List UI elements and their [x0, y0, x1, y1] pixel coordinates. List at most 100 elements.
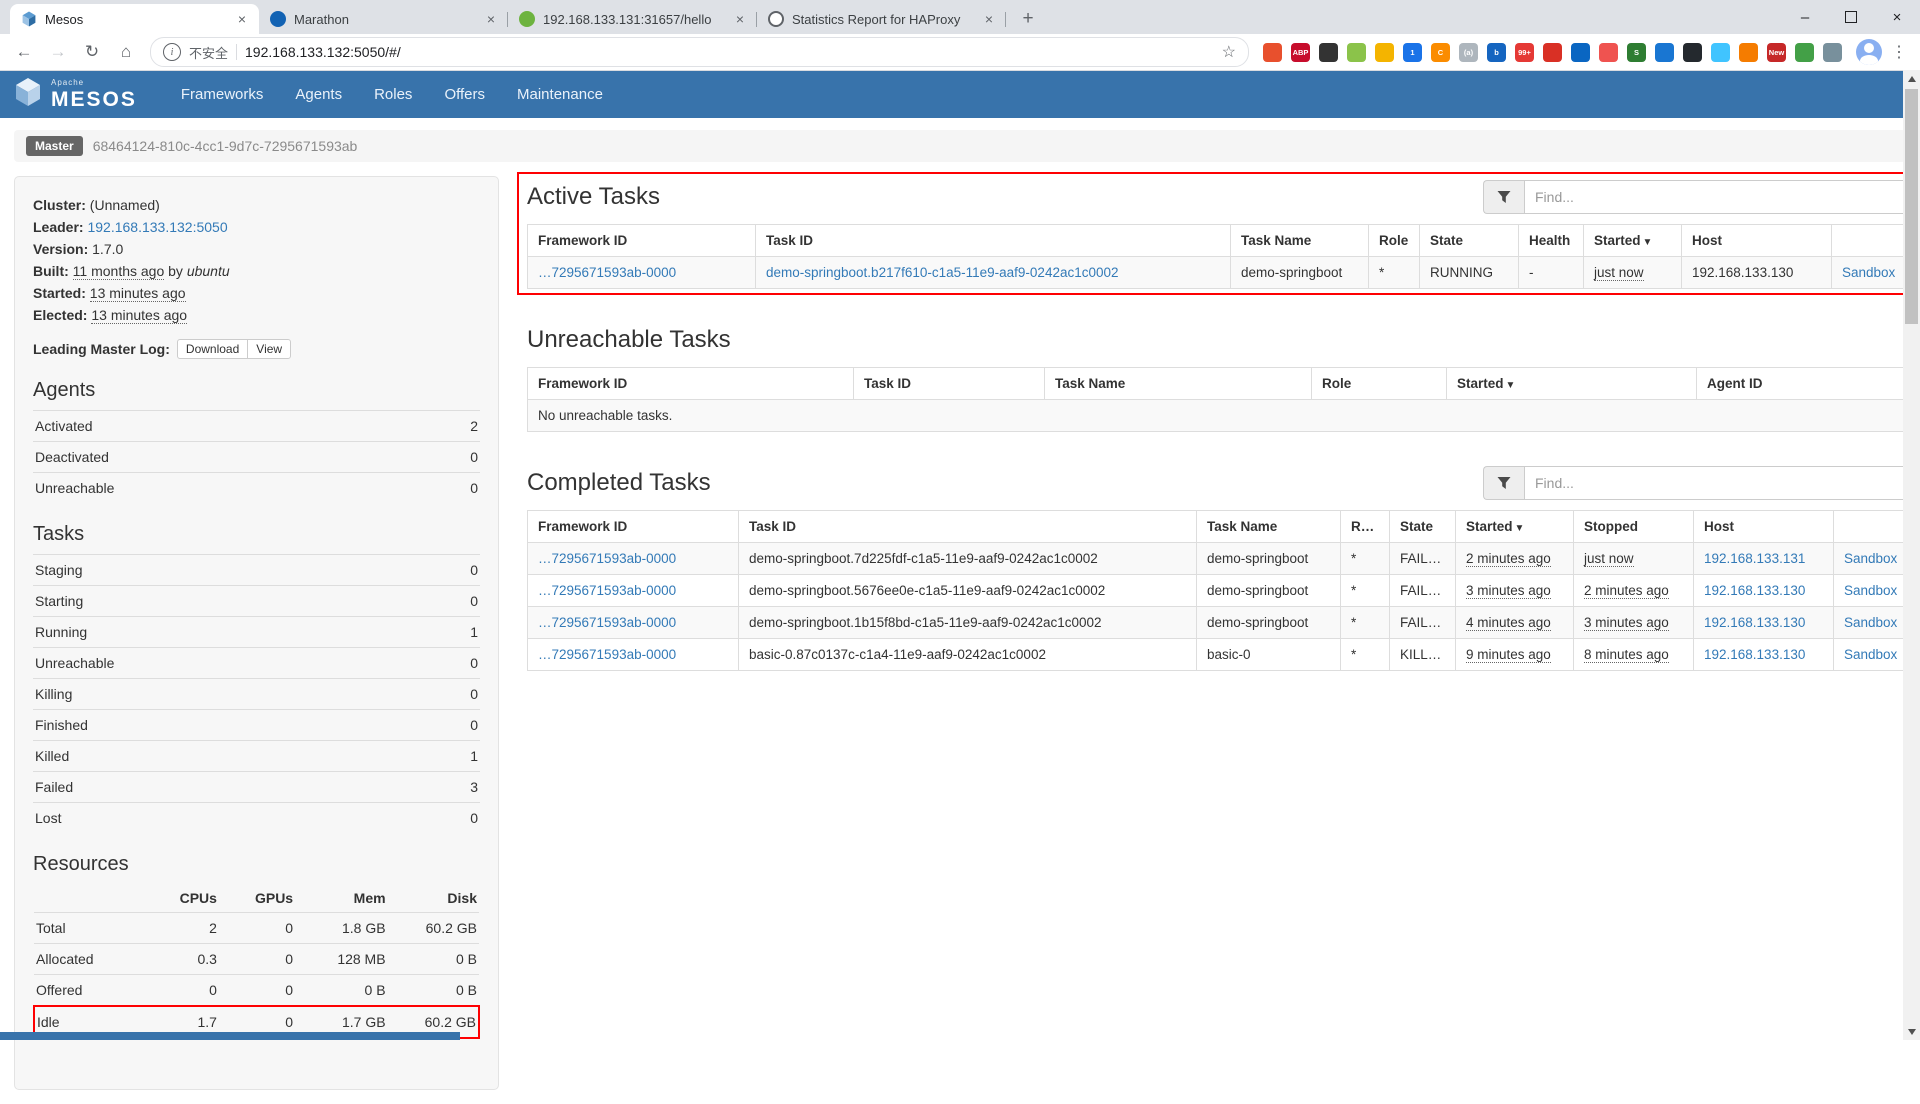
extension-icon-21[interactable]: [1823, 43, 1842, 62]
window-minimize-button[interactable]: –: [1782, 0, 1828, 34]
tab-close-icon[interactable]: ×: [731, 10, 749, 28]
host-link[interactable]: 192.168.133.130: [1704, 615, 1805, 630]
extension-icon-16[interactable]: [1683, 43, 1702, 62]
col-state[interactable]: State: [1390, 511, 1456, 543]
col-host[interactable]: Host: [1682, 225, 1832, 257]
download-log-button[interactable]: Download: [177, 339, 248, 359]
scrollbar-down-arrow[interactable]: [1903, 1023, 1920, 1040]
col-health[interactable]: Health: [1519, 225, 1584, 257]
active-tasks-find-input[interactable]: [1524, 180, 1920, 214]
completed-tasks-find-input[interactable]: [1524, 466, 1920, 500]
tab-close-icon[interactable]: ×: [482, 10, 500, 28]
sandbox-link[interactable]: Sandbox: [1844, 647, 1897, 662]
extension-icon-15[interactable]: [1655, 43, 1674, 62]
task-id-link[interactable]: demo-springboot.b217f610-c1a5-11e9-aaf9-…: [766, 265, 1119, 280]
sandbox-link[interactable]: Sandbox: [1842, 265, 1895, 280]
nav-roles[interactable]: Roles: [358, 70, 428, 118]
extension-icon-10[interactable]: 99+: [1515, 43, 1534, 62]
extension-icon-19[interactable]: New: [1767, 43, 1786, 62]
scrollbar-thumb[interactable]: [1905, 89, 1918, 324]
tab-marathon[interactable]: Marathon ×: [259, 4, 508, 34]
extension-icon-14[interactable]: S: [1627, 43, 1646, 62]
tab-mesos[interactable]: Mesos ×: [10, 4, 259, 34]
window-close-button[interactable]: ×: [1874, 0, 1920, 34]
col-framework-id[interactable]: Framework ID: [528, 368, 854, 400]
mesos-logo[interactable]: Apache MESOS: [14, 77, 137, 112]
sandbox-link[interactable]: Sandbox: [1844, 615, 1897, 630]
nav-offers[interactable]: Offers: [428, 70, 501, 118]
scrollbar-up-arrow[interactable]: [1903, 70, 1920, 87]
extension-icon-17[interactable]: [1711, 43, 1730, 62]
tab-hello[interactable]: 192.168.133.131:31657/hello ×: [508, 4, 757, 34]
stat-label: Killing: [33, 679, 425, 710]
col-task-name[interactable]: Task Name: [1231, 225, 1369, 257]
leader-link[interactable]: 192.168.133.132:5050: [87, 219, 227, 235]
refresh-icon[interactable]: ↻: [76, 36, 108, 68]
col-task-id[interactable]: Task ID: [739, 511, 1197, 543]
framework-id-link[interactable]: …7295671593ab-0000: [538, 583, 676, 598]
col-framework-id[interactable]: Framework ID: [528, 225, 756, 257]
extension-icon-13[interactable]: [1599, 43, 1618, 62]
started-cell: 3 minutes ago: [1466, 583, 1551, 599]
col-task-id[interactable]: Task ID: [854, 368, 1045, 400]
extension-icon-11[interactable]: [1543, 43, 1562, 62]
page-scrollbar[interactable]: [1903, 70, 1920, 1040]
col-role[interactable]: Role: [1369, 225, 1420, 257]
col-task-id[interactable]: Task ID: [756, 225, 1231, 257]
col-started[interactable]: Started▼: [1584, 225, 1682, 257]
host-link[interactable]: 192.168.133.131: [1704, 551, 1805, 566]
extension-icon-18[interactable]: [1739, 43, 1758, 62]
framework-id-link[interactable]: …7295671593ab-0000: [538, 647, 676, 662]
extension-icon-07[interactable]: C: [1431, 43, 1450, 62]
extension-icon-03[interactable]: [1319, 43, 1338, 62]
framework-id-link[interactable]: …7295671593ab-0000: [538, 265, 676, 280]
extension-icon-05[interactable]: [1375, 43, 1394, 62]
extension-icon-02[interactable]: ABP: [1291, 43, 1310, 62]
col-host[interactable]: Host: [1694, 511, 1834, 543]
nav-frameworks[interactable]: Frameworks: [165, 70, 280, 118]
bookmark-star-icon[interactable]: ☆: [1222, 42, 1236, 62]
sandbox-link[interactable]: Sandbox: [1844, 583, 1897, 598]
info-icon[interactable]: i: [163, 43, 181, 61]
col-role[interactable]: Role: [1341, 511, 1390, 543]
extension-icon-04[interactable]: [1347, 43, 1366, 62]
col-started[interactable]: Started▼: [1447, 368, 1697, 400]
back-icon[interactable]: ←: [8, 36, 40, 68]
host-link[interactable]: 192.168.133.130: [1704, 583, 1805, 598]
nav-maintenance[interactable]: Maintenance: [501, 70, 619, 118]
sandbox-link[interactable]: Sandbox: [1844, 551, 1897, 566]
tab-close-icon[interactable]: ×: [980, 10, 998, 28]
profile-avatar[interactable]: [1856, 39, 1882, 65]
view-log-button[interactable]: View: [247, 339, 291, 359]
new-tab-button[interactable]: +: [1014, 5, 1042, 33]
extension-icon-01[interactable]: [1263, 43, 1282, 62]
host-link[interactable]: 192.168.133.130: [1704, 647, 1805, 662]
col-task-name[interactable]: Task Name: [1045, 368, 1312, 400]
tab-haproxy[interactable]: Statistics Report for HAProxy ×: [757, 4, 1006, 34]
brand-mesos-label: MESOS: [51, 89, 137, 110]
extension-icon-12[interactable]: [1571, 43, 1590, 62]
col-role[interactable]: Role: [1312, 368, 1447, 400]
framework-id-link[interactable]: …7295671593ab-0000: [538, 551, 676, 566]
extension-icon-06[interactable]: 1: [1403, 43, 1422, 62]
col-task-name[interactable]: Task Name: [1197, 511, 1341, 543]
col-state[interactable]: State: [1420, 225, 1519, 257]
col-started[interactable]: Started▼: [1456, 511, 1574, 543]
framework-id-link[interactable]: …7295671593ab-0000: [538, 615, 676, 630]
address-bar[interactable]: i 不安全 192.168.133.132:5050/#/ ☆: [150, 37, 1249, 67]
extension-icon-20[interactable]: [1795, 43, 1814, 62]
active-tasks-section: Active Tasks Framework ID Task ID: [527, 180, 1920, 289]
browser-menu-icon[interactable]: ⋮: [1886, 39, 1912, 65]
col-agent-id[interactable]: Agent ID: [1697, 368, 1920, 400]
tab-close-icon[interactable]: ×: [233, 10, 251, 28]
window-maximize-button[interactable]: [1828, 0, 1874, 34]
extension-icon-09[interactable]: b: [1487, 43, 1506, 62]
forward-icon[interactable]: →: [42, 36, 74, 68]
host-cell: 192.168.133.130: [1682, 257, 1832, 289]
extension-icon-08[interactable]: (a): [1459, 43, 1478, 62]
col-stopped[interactable]: Stopped: [1574, 511, 1694, 543]
home-icon[interactable]: ⌂: [110, 36, 142, 68]
col-framework-id[interactable]: Framework ID: [528, 511, 739, 543]
nav-agents[interactable]: Agents: [279, 70, 358, 118]
table-row: …7295671593ab-0000 demo-springboot.7d225…: [528, 543, 1920, 575]
